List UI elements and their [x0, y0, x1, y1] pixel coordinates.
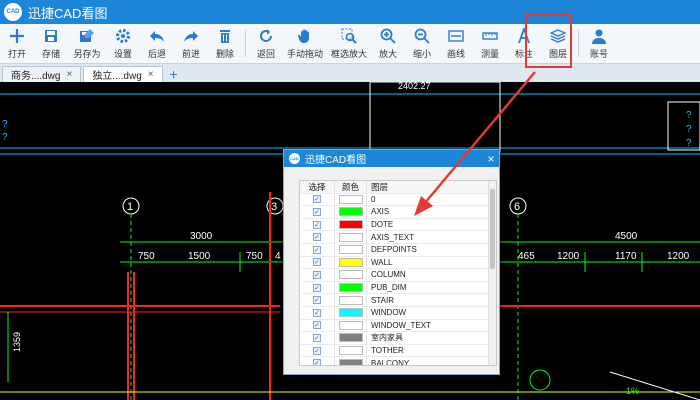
arrow-head-icon	[414, 196, 433, 216]
app-window: CAD 迅捷CAD看图 打开 存储 另存为 设置 后退 前进 删除 返回 手动拖动 框选放大 放大缩…	[0, 0, 700, 400]
annotation-arrow	[414, 71, 536, 216]
arrow-line	[423, 71, 536, 205]
